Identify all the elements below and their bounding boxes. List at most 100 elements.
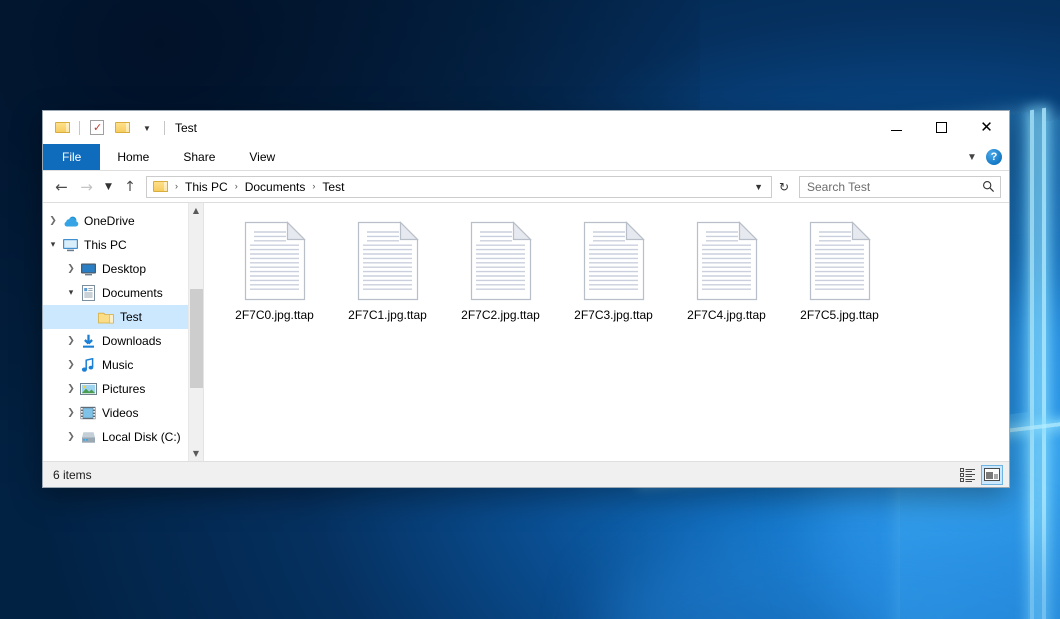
sidebar-item-test[interactable]: Test — [43, 305, 203, 329]
chevron-right-icon[interactable]: ❯ — [63, 353, 79, 377]
file-name-label: 2F7C1.jpg.ttap — [348, 308, 427, 322]
file-item[interactable]: 2F7C1.jpg.ttap — [331, 217, 444, 337]
close-button[interactable]: ✕ — [964, 111, 1009, 143]
window-controls: ✕ — [874, 111, 1009, 144]
navigation-list: ❯OneDrive▾This PC❯Desktop▾DocumentsTest❯… — [43, 203, 203, 449]
back-button[interactable]: ← — [49, 174, 74, 199]
sidebar-item-label: Desktop — [102, 262, 146, 276]
minimize-button[interactable] — [874, 111, 919, 143]
ribbon-right-controls: ▼ ? — [961, 144, 1009, 170]
file-name-label: 2F7C2.jpg.ttap — [461, 308, 540, 322]
file-item[interactable]: 2F7C0.jpg.ttap — [218, 217, 331, 337]
new-folder-icon[interactable] — [112, 118, 132, 138]
sidebar-item-label: Videos — [102, 406, 138, 420]
file-item[interactable]: 2F7C2.jpg.ttap — [444, 217, 557, 337]
chevron-down-icon[interactable]: ▼ — [137, 118, 157, 138]
wallpaper-pane-edge-vertical-a — [1030, 110, 1034, 619]
navigation-pane: ❯OneDrive▾This PC❯Desktop▾DocumentsTest❯… — [43, 203, 204, 461]
sidebar-item-label: OneDrive — [84, 214, 135, 228]
window-body: ❯OneDrive▾This PC❯Desktop▾DocumentsTest❯… — [43, 202, 1009, 461]
sidebar-item-local-disk-c[interactable]: ❯Local Disk (C:) — [43, 425, 203, 449]
refresh-icon[interactable]: ↻ — [772, 176, 796, 198]
tab-share[interactable]: Share — [166, 144, 232, 170]
breadcrumb-item-test[interactable]: Test — [319, 180, 347, 194]
document-icon — [244, 221, 306, 301]
breadcrumb-item-this-pc[interactable]: This PC — [182, 180, 231, 194]
maximize-button[interactable] — [919, 111, 964, 143]
breadcrumb-separator-0: › — [171, 182, 182, 191]
qat-separator-2 — [164, 121, 165, 135]
folder-icon — [97, 308, 115, 326]
chevron-down-icon[interactable]: ▼ — [748, 182, 769, 192]
item-count-label: 6 items — [53, 468, 92, 482]
disk-icon — [79, 428, 97, 446]
breadcrumb-right: ▼ — [748, 182, 769, 192]
tab-home[interactable]: Home — [100, 144, 166, 170]
file-name-label: 2F7C5.jpg.ttap — [800, 308, 879, 322]
help-icon[interactable]: ? — [986, 149, 1002, 165]
sidebar-item-documents[interactable]: ▾ Documents — [43, 281, 203, 305]
file-item[interactable]: 2F7C5.jpg.ttap — [783, 217, 896, 337]
search-input[interactable]: Search Test — [799, 176, 1001, 198]
forward-button: → — [74, 174, 99, 199]
twisty-placeholder — [81, 305, 97, 329]
chevron-right-icon[interactable]: ❯ — [63, 401, 79, 425]
documents-icon — [79, 284, 97, 302]
chevron-down-icon[interactable]: ▾ — [63, 281, 79, 305]
navigation-scrollbar[interactable]: ▲ ▼ — [188, 203, 203, 461]
up-button[interactable]: ↑ — [118, 174, 142, 199]
sidebar-item-label: Music — [102, 358, 133, 372]
breadcrumb[interactable]: › This PC › Documents › Test ▼ — [146, 176, 772, 198]
chevron-right-icon[interactable]: ❯ — [45, 209, 61, 233]
scroll-down-icon[interactable]: ▼ — [189, 446, 203, 461]
chevron-right-icon[interactable]: ❯ — [63, 425, 79, 449]
file-explorer-window: ✓ ▼ Test ✕ — [42, 110, 1010, 488]
chevron-right-icon[interactable]: ❯ — [63, 377, 79, 401]
properties-icon[interactable]: ✓ — [87, 118, 107, 138]
document-icon — [357, 221, 419, 301]
file-list-view[interactable]: 2F7C0.jpg.ttap 2F7C1.jpg.ttap 2F7C2.jpg.tt… — [204, 203, 1009, 461]
sidebar-item-label: This PC — [84, 238, 127, 252]
search-icon[interactable] — [981, 179, 996, 194]
sidebar-item-pictures[interactable]: ❯ Pictures — [43, 377, 203, 401]
status-bar: 6 items — [43, 461, 1009, 487]
chevron-right-icon[interactable]: ❯ — [63, 257, 79, 281]
large-icons-view-button[interactable] — [981, 465, 1003, 485]
sidebar-item-this-pc[interactable]: ▾ This PC — [43, 233, 203, 257]
scroll-up-icon[interactable]: ▲ — [189, 203, 203, 218]
view-buttons — [957, 465, 1003, 485]
sidebar-item-desktop[interactable]: ❯ Desktop — [43, 257, 203, 281]
sidebar-item-label: Downloads — [102, 334, 161, 348]
sidebar-item-label: Pictures — [102, 382, 145, 396]
sidebar-item-music[interactable]: ❯ Music — [43, 353, 203, 377]
wallpaper-pane-edge-vertical-b — [1042, 108, 1046, 619]
chevron-down-icon[interactable]: ▼ — [961, 146, 983, 168]
sidebar-item-downloads[interactable]: ❯ Downloads — [43, 329, 203, 353]
chevron-right-icon[interactable]: ❯ — [63, 329, 79, 353]
breadcrumb-item-documents[interactable]: Documents — [242, 180, 309, 194]
document-icon — [809, 221, 871, 301]
this-pc-icon — [61, 236, 79, 254]
file-item[interactable]: 2F7C4.jpg.ttap — [670, 217, 783, 337]
quick-access-toolbar: ✓ ▼ — [43, 111, 167, 144]
wallpaper-pane-top-right — [1046, 103, 1060, 421]
breadcrumb-separator-2: › — [308, 182, 319, 191]
document-icon — [583, 221, 645, 301]
title-bar: ✓ ▼ Test ✕ — [43, 111, 1009, 144]
sidebar-item-onedrive[interactable]: ❯ OneDrive — [43, 209, 203, 233]
address-bar: ← → ▼ ↑ › This PC › Documents › Test ▼ ↻… — [43, 171, 1009, 202]
document-icon — [470, 221, 532, 301]
recent-locations-icon[interactable]: ▼ — [99, 174, 118, 199]
details-view-button[interactable] — [957, 465, 979, 485]
file-item[interactable]: 2F7C3.jpg.ttap — [557, 217, 670, 337]
desktop-icon — [79, 260, 97, 278]
sidebar-item-videos[interactable]: ❯ Videos — [43, 401, 203, 425]
music-icon — [79, 356, 97, 374]
tab-view[interactable]: View — [232, 144, 292, 170]
sidebar-item-label: Documents — [102, 286, 163, 300]
scrollbar-thumb[interactable] — [190, 289, 203, 388]
tab-file[interactable]: File — [43, 144, 100, 170]
chevron-down-icon[interactable]: ▾ — [45, 233, 61, 257]
pictures-icon — [79, 380, 97, 398]
folder-icon[interactable] — [52, 118, 72, 138]
